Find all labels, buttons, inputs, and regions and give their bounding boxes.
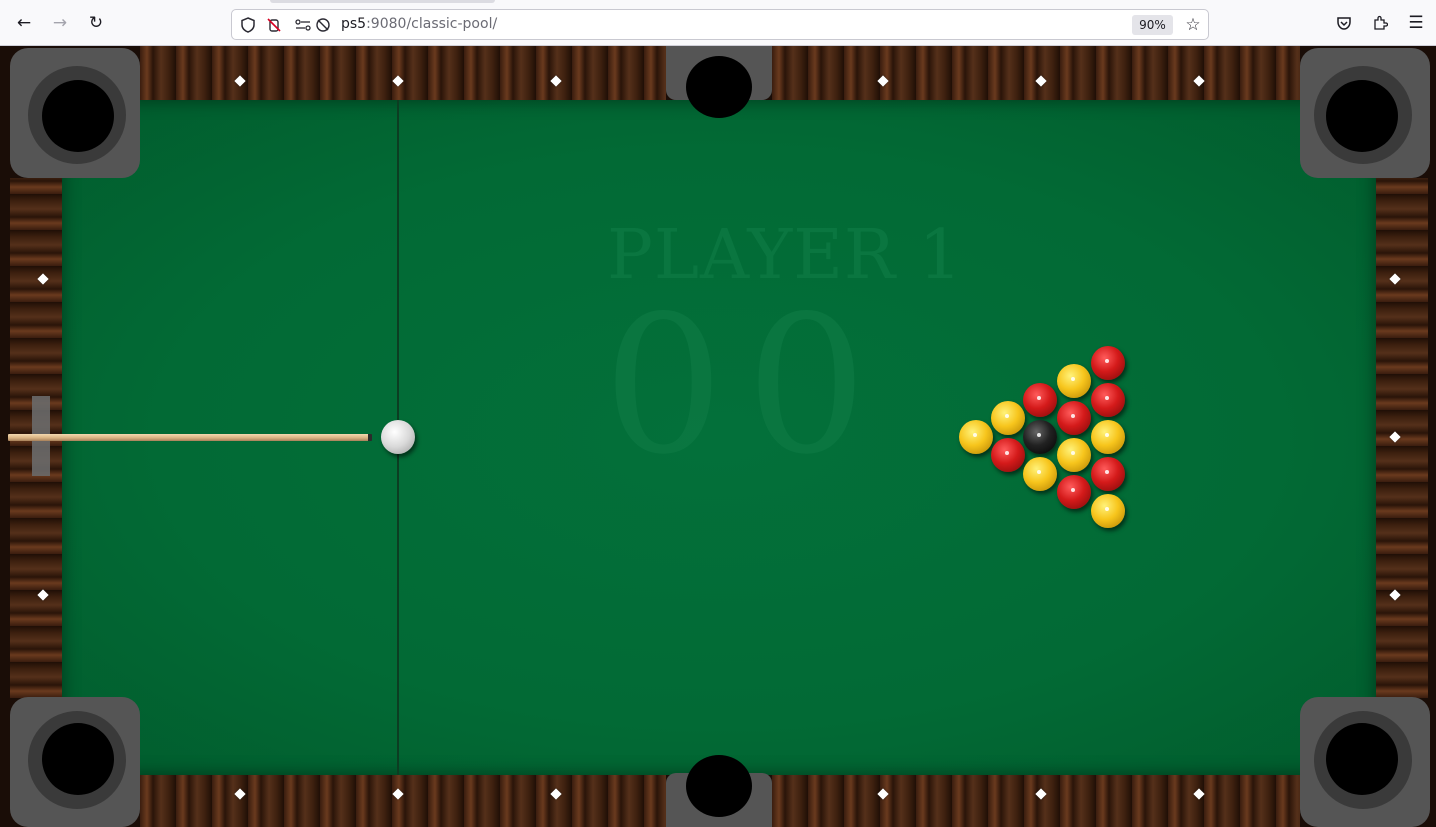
right-rail [1376, 178, 1428, 698]
permissions-icon[interactable] [265, 16, 283, 34]
red-ball [1057, 475, 1091, 509]
pocket-top-left [42, 80, 114, 152]
corner-top-left [10, 48, 140, 178]
url-text[interactable]: ps5:9080/classic-pool/ [341, 16, 497, 32]
cue-ball[interactable] [381, 420, 415, 454]
yellow-ball [1057, 438, 1091, 472]
browser-toolbar: ← → ↻ ps5:9080/classic-pool/ 90% ☆ ☰ [0, 0, 1436, 46]
reload-icon[interactable]: ↻ [82, 9, 110, 37]
pocket-top-right [1326, 80, 1398, 152]
tracking-protection-icon[interactable] [314, 16, 332, 34]
black-ball [1023, 420, 1057, 454]
url-path: :9080/classic-pool/ [366, 16, 498, 32]
yellow-ball [1091, 420, 1125, 454]
url-host: ps5 [341, 16, 367, 32]
pool-table: PLAYER 1 0 0 [0, 46, 1436, 827]
red-ball [1023, 383, 1057, 417]
corner-bottom-right [1300, 697, 1430, 827]
shield-icon[interactable] [239, 16, 257, 34]
active-tab-edge[interactable] [270, 0, 495, 3]
pocket-bottom-right [1326, 723, 1398, 795]
red-ball [1091, 346, 1125, 380]
red-ball [1091, 383, 1125, 417]
back-arrow-icon[interactable]: ← [10, 9, 38, 37]
yellow-ball [1023, 457, 1057, 491]
connection-icon[interactable] [294, 16, 312, 34]
top-rail-left [140, 46, 666, 100]
red-ball [991, 438, 1025, 472]
yellow-ball [1057, 364, 1091, 398]
yellow-ball [959, 420, 993, 454]
bottom-rail-left [140, 775, 666, 827]
cue-stick[interactable] [8, 434, 372, 441]
yellow-ball [991, 401, 1025, 435]
red-ball [1057, 401, 1091, 435]
zoom-level-badge[interactable]: 90% [1132, 15, 1173, 35]
score-player-2: 0 [746, 275, 867, 496]
extensions-icon[interactable] [1366, 9, 1394, 37]
pocket-bottom-left [42, 723, 114, 795]
menu-icon[interactable]: ☰ [1402, 9, 1430, 37]
pocket-bottom-middle [686, 755, 752, 817]
bottom-rail-right [772, 775, 1300, 827]
yellow-ball [1091, 494, 1125, 528]
red-ball [1091, 457, 1125, 491]
side-pocket-top-frame [666, 46, 772, 118]
side-pocket-bottom-frame [666, 755, 772, 827]
top-rail-right [772, 46, 1300, 100]
forward-arrow-icon[interactable]: → [46, 9, 74, 37]
url-bar[interactable]: ps5:9080/classic-pool/ 90% ☆ [231, 9, 1209, 40]
bookmark-star-icon[interactable]: ☆ [1182, 14, 1204, 36]
corner-top-right [1300, 48, 1430, 178]
corner-bottom-left [10, 697, 140, 827]
pocket-icon[interactable] [1330, 9, 1358, 37]
score-player-1: 0 [603, 275, 724, 496]
pocket-top-middle [686, 56, 752, 118]
